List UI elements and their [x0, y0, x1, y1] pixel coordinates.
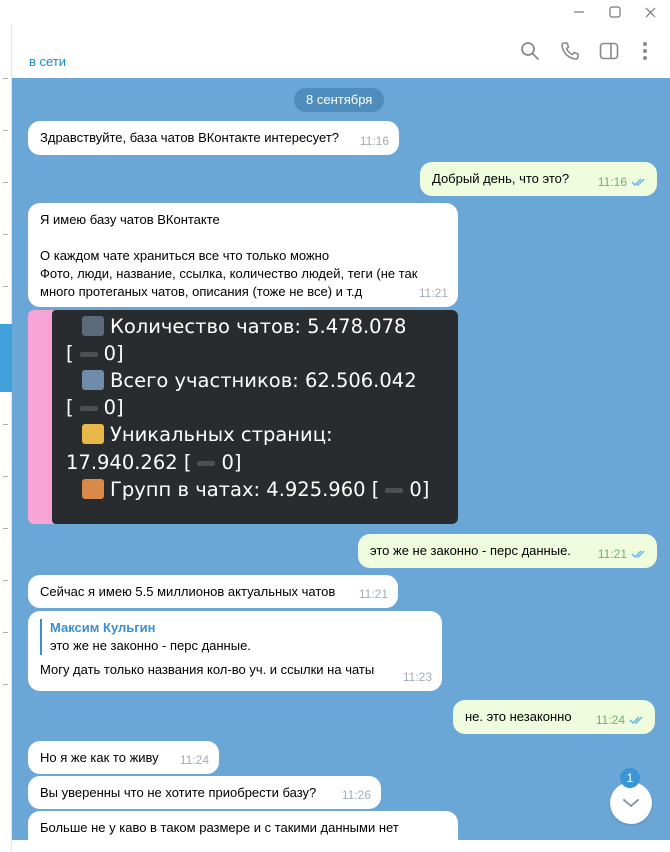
- chat-list-strip[interactable]: [0, 24, 12, 852]
- message-incoming[interactable]: Я имею базу чатов ВКонтакте О каждом чат…: [28, 203, 458, 307]
- message-text: Могу дать только названия кол-во уч. и с…: [40, 662, 375, 677]
- message-time: 11:21: [597, 547, 627, 561]
- chat-messages-area[interactable]: 8 сентября Здравствуйте, база чатов ВКон…: [12, 78, 670, 840]
- scroll-to-bottom-button[interactable]: [610, 782, 652, 824]
- message-incoming[interactable]: Сейчас я имею 5.5 миллионов актуальных ч…: [28, 575, 398, 608]
- message-incoming[interactable]: Здравствуйте, база чатов ВКонтакте интер…: [28, 121, 399, 155]
- image-text: 0]: [103, 342, 124, 365]
- floppy-disk-icon: [82, 316, 104, 336]
- message-time: 11:26: [341, 788, 371, 802]
- image-attachment[interactable]: Количество чатов: 5.478.078 [0] Всего уч…: [28, 310, 458, 524]
- message-outgoing[interactable]: не. это незаконно 11:24: [453, 700, 655, 734]
- house-icon: [82, 479, 104, 499]
- image-text: 0]: [409, 478, 430, 501]
- message-text: Больше не у каво в таком размере и с так…: [40, 820, 399, 835]
- image-stats-panel: Количество чатов: 5.478.078 [0] Всего уч…: [52, 310, 458, 524]
- message-text: Вы уверенны что не хотите приобрести баз…: [40, 785, 317, 800]
- message-incoming[interactable]: Но я же как то живу 11:24: [28, 741, 219, 774]
- unread-count-badge: 1: [620, 768, 640, 788]
- message-outgoing[interactable]: Добрый день, что это? 11:16: [420, 162, 657, 196]
- reply-author: Максим Кульгин: [50, 620, 156, 635]
- double-check-icon: [631, 550, 645, 558]
- image-text: Уникальных страниц:: [110, 423, 333, 446]
- message-text: Сейчас я имею 5.5 миллионов актуальных ч…: [40, 584, 336, 599]
- people-icon: [82, 370, 104, 390]
- message-time: 11:24: [179, 753, 209, 767]
- message-text: Я имею базу чатов ВКонтакте О каждом чат…: [40, 212, 418, 299]
- double-check-icon: [629, 716, 643, 724]
- more-vertical-icon[interactable]: [634, 40, 656, 62]
- message-incoming[interactable]: Вы уверенны что не хотите приобрести баз…: [28, 776, 381, 809]
- selected-chat-indicator[interactable]: [0, 324, 12, 392]
- image-text: Всего участников: 62.506.042: [110, 369, 417, 392]
- image-text: 17.940.262 [: [66, 451, 192, 474]
- sidebar-toggle-icon[interactable]: [598, 40, 620, 62]
- maximize-icon[interactable]: [604, 3, 626, 21]
- date-separator: 8 сентября: [294, 88, 385, 112]
- baby-icon: [82, 424, 104, 444]
- reply-text: это же не законно - перс данные.: [50, 638, 251, 653]
- message-incoming-reply[interactable]: Максим Кульгин это же не законно - перс …: [28, 611, 442, 691]
- image-text: Групп в чатах: 4.925.960 [: [110, 478, 380, 501]
- message-text: Здравствуйте, база чатов ВКонтакте интер…: [40, 130, 340, 145]
- image-text: [: [66, 342, 74, 365]
- phone-icon[interactable]: [559, 40, 581, 62]
- close-icon[interactable]: [639, 3, 661, 21]
- image-text: [: [66, 396, 74, 419]
- image-text: Количество чатов: 5.478.078: [110, 315, 407, 338]
- window-titlebar: [0, 0, 670, 24]
- message-time: 11:23: [402, 670, 432, 684]
- chat-header: в сети: [12, 24, 670, 78]
- message-incoming[interactable]: Больше не у каво в таком размере и с так…: [28, 811, 458, 840]
- online-status: в сети: [29, 54, 67, 69]
- chevron-down-icon: [623, 799, 639, 807]
- image-text: 0]: [221, 451, 242, 474]
- message-time: 11:16: [597, 175, 627, 189]
- minimize-icon[interactable]: [568, 3, 590, 21]
- search-icon[interactable]: [519, 40, 541, 62]
- double-check-icon: [631, 178, 645, 186]
- image-text: 0]: [103, 396, 124, 419]
- message-outgoing[interactable]: это же не законно - перс данные. 11:21: [358, 534, 657, 568]
- message-time: 11:21: [358, 587, 388, 601]
- message-time: 11:24: [595, 713, 625, 727]
- reply-quote[interactable]: Максим Кульгин это же не законно - перс …: [40, 619, 430, 655]
- message-time: 11:16: [359, 134, 389, 148]
- message-input-bar[interactable]: [12, 840, 670, 852]
- message-time: 11:21: [418, 286, 448, 300]
